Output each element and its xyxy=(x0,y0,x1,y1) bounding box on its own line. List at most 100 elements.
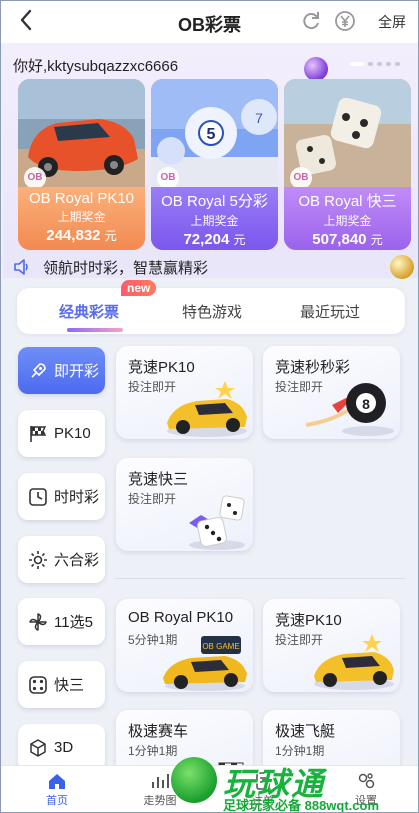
refresh-icon xyxy=(303,12,319,30)
amount-unit: 元 xyxy=(104,229,117,243)
sun-burst-icon xyxy=(29,550,47,569)
banner-card-footer: OB Royal 快三 上期奖金 507,840 元 xyxy=(284,187,411,250)
carousel-dots[interactable] xyxy=(350,62,400,66)
app-frame: OB彩票 全屏 你好,kktysubqazzxc6666 OB OB Royal… xyxy=(0,0,419,813)
category-label: 时时彩 xyxy=(54,489,100,506)
category-11x5[interactable]: 11选5 xyxy=(18,598,105,645)
speaker-icon xyxy=(14,259,28,275)
tab-recently-played[interactable]: 最近玩过 xyxy=(300,301,360,322)
banner-card-footer: OB Royal 5分彩 上期奖金 72,204 元 xyxy=(151,187,278,250)
category-pk10[interactable]: PK10 xyxy=(18,410,105,457)
game-title: 竞速PK10 xyxy=(128,359,195,376)
amount-value: 244,832 xyxy=(46,227,101,244)
game-tile-speed-kuai3[interactable]: 竞速快三 投注即开 xyxy=(116,458,253,551)
amount-unit: 元 xyxy=(233,233,246,247)
category-instant[interactable]: 即开彩 xyxy=(18,347,105,394)
carousel-dot[interactable] xyxy=(377,62,382,66)
home-icon xyxy=(49,774,65,789)
settings-icon xyxy=(358,773,375,789)
game-title: 极速飞艇 xyxy=(275,723,336,740)
amount-value: 507,840 xyxy=(312,231,367,248)
banner-card-amount: 244,832 元 xyxy=(18,227,145,244)
banner-card-kuai3[interactable]: OB OB Royal 快三 上期奖金 507,840 元 xyxy=(284,79,411,250)
rocket-ball-icon: 8 xyxy=(305,383,394,436)
banner-card-title: OB Royal 5分彩 xyxy=(161,193,268,210)
category-label: 即开彩 xyxy=(54,363,100,380)
category-label: 六合彩 xyxy=(54,552,100,569)
carousel-dot[interactable] xyxy=(395,62,400,66)
nav-label: 走势图 xyxy=(143,795,177,807)
clock-icon xyxy=(29,487,47,506)
svg-text:7: 7 xyxy=(255,110,263,126)
decorative-ball-icon xyxy=(304,57,328,81)
game-tile-speed-miaomiao[interactable]: 竞速秒秒彩 投注即开 8 xyxy=(263,346,400,439)
gold-coin-icon xyxy=(390,255,414,279)
banner-card-title: OB Royal PK10 xyxy=(28,190,135,207)
banner-card-footer: OB Royal PK10 上期奖金 244,832 元 xyxy=(18,187,145,250)
category-label: 3D xyxy=(54,739,74,756)
ob-logo-icon: OB xyxy=(290,167,312,189)
banner-card-pk10[interactable]: OB OB Royal PK10 上期奖金 244,832 元 xyxy=(18,79,145,250)
dice-icon xyxy=(29,675,47,694)
top-nav: OB彩票 全屏 xyxy=(1,1,418,43)
game-title: 极速赛车 xyxy=(128,723,189,740)
svg-text:5: 5 xyxy=(207,126,216,143)
amount-value: 72,204 xyxy=(183,231,230,248)
refresh-button[interactable] xyxy=(300,10,322,32)
watermark-logo-icon xyxy=(171,757,217,803)
game-tile-speed-pk10[interactable]: 竞速PK10 投注即开 xyxy=(116,346,253,439)
tab-featured-games[interactable]: 特色游戏 xyxy=(182,301,242,322)
game-tile-speed-pk10-2[interactable]: 竞速PK10 投注即开 xyxy=(263,599,400,692)
svg-text:8: 8 xyxy=(362,396,370,412)
yellow-car-icon xyxy=(314,634,394,690)
amount-unit: 元 xyxy=(370,233,383,247)
svg-text:OB GAME: OB GAME xyxy=(202,642,239,651)
carousel-dot[interactable] xyxy=(368,62,373,66)
banner-card-sub: 上期奖金 xyxy=(323,214,372,228)
game-title: OB Royal PK10 xyxy=(128,609,234,626)
category-tabs: 经典彩票 new 特色游戏 最近玩过 xyxy=(17,280,405,334)
banner-area: 你好,kktysubqazzxc6666 OB OB Royal PK10 上期… xyxy=(3,43,418,278)
tab-classic-lottery[interactable]: 经典彩票 xyxy=(59,301,119,322)
yen-coin-icon xyxy=(335,11,355,31)
banner-card-amount: 72,204 元 xyxy=(151,231,278,248)
announcement-bar[interactable]: 领航时时彩，智慧赢精彩 xyxy=(1,255,418,279)
category-3d[interactable]: 3D xyxy=(18,724,105,771)
fullscreen-button[interactable]: 全屏 xyxy=(378,12,406,32)
nav-home[interactable]: 首页 xyxy=(27,772,87,808)
new-badge: new xyxy=(121,280,157,296)
cube-icon xyxy=(30,738,46,757)
carousel-dot[interactable] xyxy=(350,62,364,66)
game-title: 竞速快三 xyxy=(128,471,189,488)
banner-card-sub: 上期奖金 xyxy=(57,210,106,224)
banner-cards: OB OB Royal PK10 上期奖金 244,832 元 5 7 OB O… xyxy=(15,79,415,250)
ob-logo-icon: OB xyxy=(24,167,46,189)
rocket-icon xyxy=(31,362,46,378)
category-label: 快三 xyxy=(54,677,85,694)
banner-card-amount: 507,840 元 xyxy=(284,231,411,248)
game-tile-ob-royal-pk10[interactable]: OB Royal PK10 5分钟1期 OB GAME xyxy=(116,599,253,692)
category-label: PK10 xyxy=(54,425,91,442)
wallet-button[interactable] xyxy=(334,10,356,32)
banner-card-sub: 上期奖金 xyxy=(190,214,239,228)
pinwheel-icon xyxy=(29,612,47,631)
greeting-text: 你好,kktysubqazzxc6666 xyxy=(13,58,179,75)
watermark-subtitle: 足球玩家必备 888wqt.com xyxy=(223,798,380,813)
game-title: 竞速秒秒彩 xyxy=(275,359,351,376)
yellow-car-icon xyxy=(167,381,247,437)
announcement-text: 领航时时彩，智慧赢精彩 xyxy=(43,260,209,277)
nav-label: 首页 xyxy=(46,795,68,807)
category-kuai3[interactable]: 快三 xyxy=(18,661,105,708)
section-divider xyxy=(115,578,405,579)
checkered-flag-icon xyxy=(30,425,47,442)
category-lhc[interactable]: 六合彩 xyxy=(18,536,105,583)
category-label: 11选5 xyxy=(54,614,93,631)
banner-card-5fen[interactable]: 5 7 OB OB Royal 5分彩 上期奖金 72,204 元 xyxy=(151,79,278,250)
category-ssc[interactable]: 时时彩 xyxy=(18,473,105,520)
carousel-dot[interactable] xyxy=(386,62,391,66)
active-tab-indicator xyxy=(67,328,123,332)
dice-stack-icon xyxy=(189,495,245,550)
ob-logo-icon: OB xyxy=(157,167,179,189)
banner-card-title: OB Royal 快三 xyxy=(298,193,397,210)
bar-chart-icon xyxy=(152,774,169,788)
